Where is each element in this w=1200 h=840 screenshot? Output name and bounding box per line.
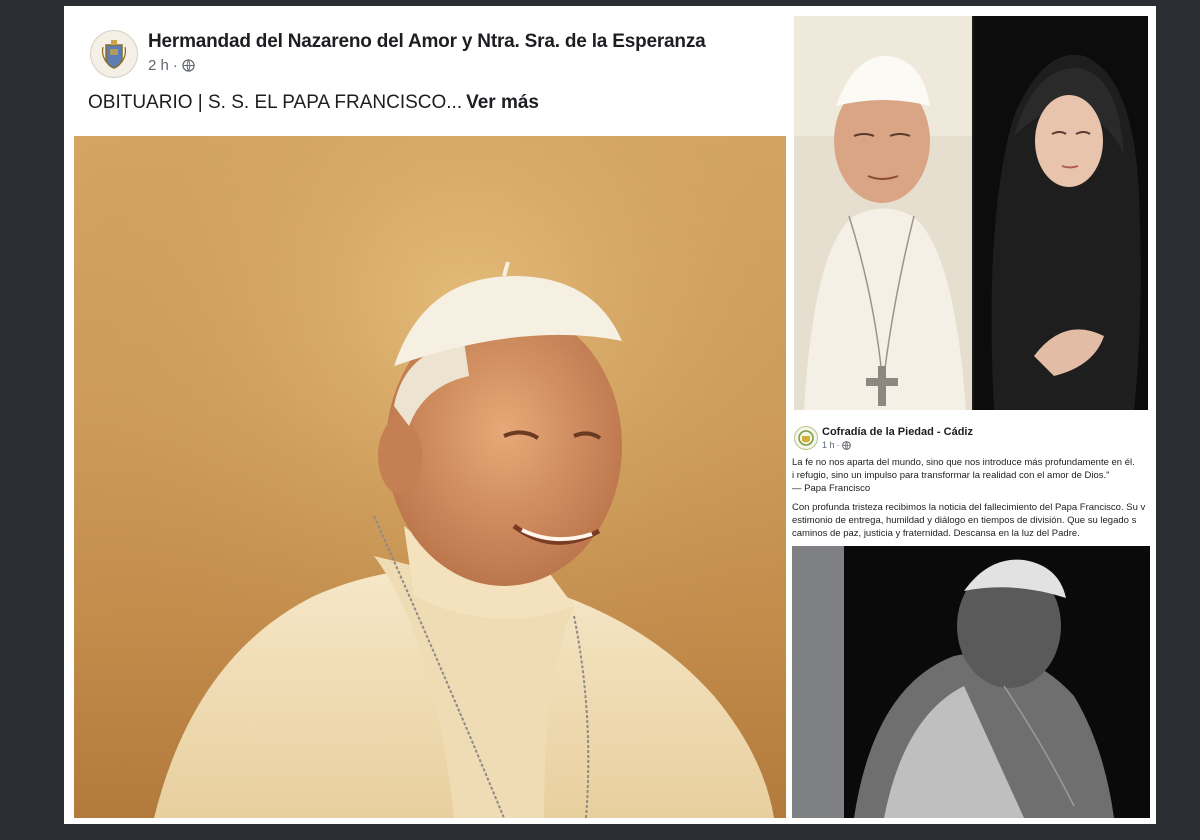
crest-avatar-icon	[796, 428, 816, 448]
globe-icon	[841, 440, 851, 450]
post-text: OBITUARIO | S. S. EL PAPA FRANCISCO... Ve…	[88, 92, 539, 114]
facebook-post-main: Hermandad del Nazareno del Amor y Ntra. …	[74, 16, 786, 818]
facebook-post-secondary: Cofradía de la Piedad - Cádiz 1 h · La f…	[792, 418, 1152, 546]
post-photo-pope-praying[interactable]	[792, 546, 1150, 818]
post-photo-pope-and-virgin[interactable]	[794, 16, 1148, 410]
photo-illustration	[974, 16, 1148, 410]
quote-author: — Papa Francisco	[792, 483, 871, 494]
post-time[interactable]: 2 h	[148, 57, 169, 74]
photo-dark-background	[844, 546, 1150, 818]
post-time[interactable]: 1 h	[822, 440, 835, 450]
post-photo-smiling-pope[interactable]	[74, 136, 786, 818]
post-meta: 2 h ·	[148, 57, 195, 74]
crest-avatar-icon	[92, 32, 136, 76]
photo-illustration	[74, 136, 786, 818]
post-text-content: OBITUARIO | S. S. EL PAPA FRANCISCO...	[88, 92, 463, 113]
body-line: caminos de paz, justicia y fraternidad. …	[792, 528, 1080, 539]
screenshot-collage: Hermandad del Nazareno del Amor y Ntra. …	[64, 6, 1156, 824]
page-avatar[interactable]	[794, 426, 818, 450]
photo-virgin-esperanza	[974, 16, 1148, 410]
separator-dot: ·	[836, 440, 840, 450]
page-name[interactable]: Hermandad del Nazareno del Amor y Ntra. …	[148, 31, 706, 53]
photo-pope-standing	[794, 16, 972, 410]
page-avatar[interactable]	[90, 30, 138, 78]
see-more-link[interactable]: Ver más	[466, 92, 539, 113]
separator-dot: ·	[172, 57, 178, 74]
body-line: estimonio de entrega, humildad y diálogo…	[792, 515, 1137, 526]
post-text: La fe no nos aparta del mundo, sino que …	[792, 456, 1152, 540]
quote-line: La fe no nos aparta del mundo, sino que …	[792, 457, 1135, 468]
body-line: Con profunda tristeza recibimos la notic…	[792, 502, 1146, 513]
post-meta: 1 h ·	[822, 440, 851, 450]
page-name[interactable]: Cofradía de la Piedad - Cádiz	[822, 426, 973, 438]
photo-illustration	[844, 546, 1150, 818]
photo-illustration	[794, 16, 972, 410]
globe-icon	[182, 59, 195, 72]
quote-line: i refugio, sino un impulso para transfor…	[792, 470, 1110, 481]
